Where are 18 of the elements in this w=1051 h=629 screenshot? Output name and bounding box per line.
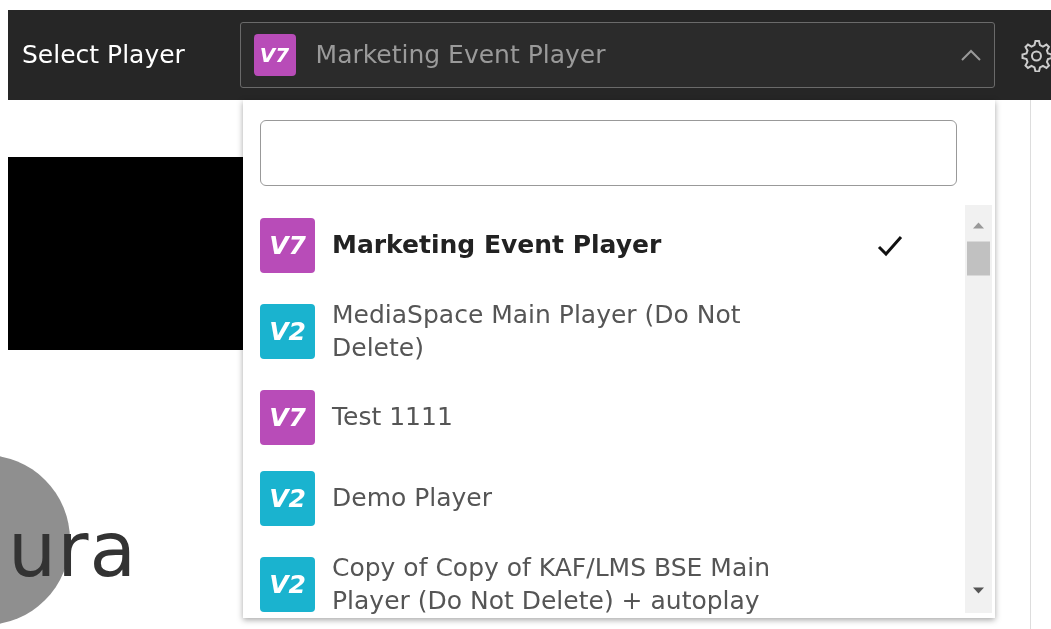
logo-text: ura	[8, 512, 137, 588]
version-badge: V7	[260, 218, 315, 273]
check-icon	[877, 234, 903, 257]
search-field[interactable]	[260, 120, 957, 186]
player-select[interactable]: V7 Marketing Event Player	[239, 22, 996, 88]
player-option[interactable]: Test 1111	[332, 401, 782, 434]
settings-icon[interactable]	[1021, 38, 1051, 72]
version-badge: V7	[260, 390, 315, 445]
player-option[interactable]: Demo Player	[332, 482, 782, 515]
player-option[interactable]: Copy of Copy of KAF/LMS BSE Main Player (Do Not Delete) + autoplay	[332, 552, 782, 617]
player-option[interactable]: Marketing Event Player	[332, 229, 782, 262]
version-badge: V2	[260, 557, 315, 612]
player-option[interactable]: MediaSpace Main Player (Do Not Delete)	[332, 299, 782, 364]
version-badge: V2	[260, 471, 315, 526]
version-badge: V7	[253, 34, 296, 76]
scrollbar[interactable]	[965, 205, 992, 613]
select-label: Select Player	[22, 39, 186, 72]
version-badge: V2	[260, 304, 315, 359]
